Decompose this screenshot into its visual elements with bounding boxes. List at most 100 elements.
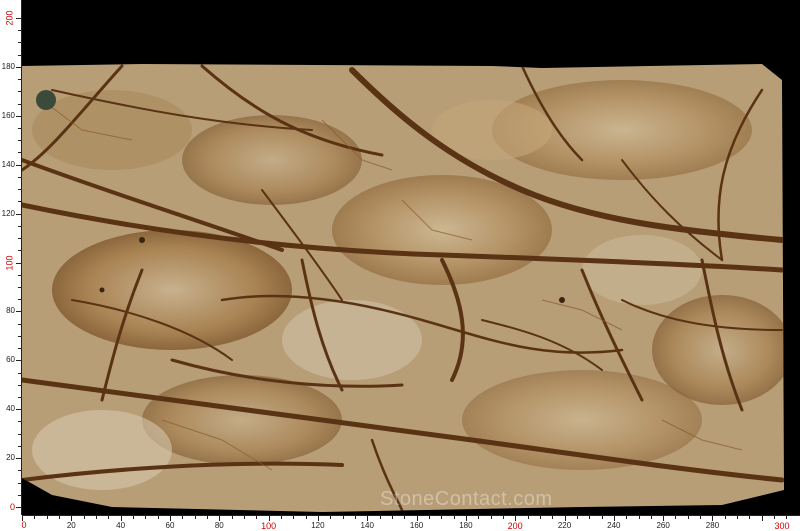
bottom-ruler-tick [687,516,689,519]
bottom-ruler-tick [305,516,307,519]
bottom-ruler-tick [724,516,726,519]
bottom-ruler-tick [206,516,208,519]
bottom-ruler-label: 240 [607,521,621,530]
left-ruler-tick [18,103,21,105]
left-ruler-label: 100 [4,254,15,271]
bottom-ruler-label: 140 [360,521,374,530]
slab-photo: StoneContact.com [22,0,800,515]
left-ruler-label: 60 [6,355,15,365]
left-ruler-label: 40 [6,404,15,414]
bottom-ruler-tick [391,516,393,519]
bottom-ruler-tick [182,516,184,519]
left-ruler-tick [18,396,21,398]
bottom-ruler-tick [761,516,763,521]
left-ruler-label: 0 [9,502,15,512]
bottom-ruler-label: 180 [459,521,473,530]
left-ruler-tick [16,164,21,166]
bottom-ruler-tick [552,516,554,519]
left-ruler-tick [18,348,21,350]
bottom-ruler-tick [34,516,36,519]
bottom-ruler-tick [749,516,751,519]
bottom-ruler-tick [638,516,640,519]
bottom-ruler-label: 160 [409,521,424,530]
bottom-ruler-tick [601,516,603,519]
bottom-ruler-tick [95,516,97,519]
bottom-ruler-label-zero: 0 [21,520,27,530]
left-ruler-tick [18,494,21,496]
bottom-ruler-tick [379,516,381,519]
left-ruler-tick [18,482,21,484]
left-ruler-label: 120 [1,208,15,218]
bottom-ruler-tick [700,516,702,519]
bottom-ruler-tick [539,516,541,519]
bottom-ruler-tick [576,516,578,519]
bottom-ruler-label: 200 [507,521,523,531]
left-ruler-label: 20 [6,453,15,463]
bottom-ruler-tick [441,516,443,519]
bottom-ruler-tick [157,516,159,519]
left-ruler-tick [18,79,21,81]
bottom-ruler-tick [293,516,295,519]
watermark-text: StoneContact.com [380,488,553,510]
bottom-ruler-label: 120 [311,521,325,530]
bottom-ruler-tick [58,516,60,519]
left-ruler-tick [18,433,21,435]
bottom-ruler-tick [650,516,652,519]
bottom-ruler-tick [774,516,776,519]
left-ruler-label: 200 [4,10,15,26]
left-ruler-tick [18,323,21,325]
left-ruler-tick [18,176,21,178]
bottom-ruler-label: 20 [66,521,76,530]
left-ruler-tick [16,18,21,19]
bottom-ruler-label: 260 [656,521,670,530]
bottom-ruler-tick [132,516,134,519]
bottom-ruler-tick [404,516,406,519]
left-ruler-tick [16,115,21,117]
slab-label-sticker [36,90,56,110]
bottom-ruler-tick [342,516,344,519]
bottom-ruler-label: 300 [774,521,790,531]
bottom-ruler-tick [330,516,332,519]
left-ruler-tick [16,458,21,460]
bottom-ruler-tick [256,516,258,519]
marble-slab-image [22,64,784,512]
bottom-ruler-label: 280 [705,521,720,530]
left-ruler-tick [16,66,21,68]
left-ruler-tick [18,286,21,288]
left-ruler-tick [16,409,21,411]
bottom-ruler-tick [243,516,245,519]
bottom-ruler-tick [490,516,492,519]
left-ruler-tick [18,274,21,276]
bottom-ruler-tick [194,516,196,519]
bottom-ruler-label: 80 [214,521,224,530]
left-ruler-tick [18,91,21,93]
bottom-ruler-tick [502,516,504,519]
left-ruler-tick [16,262,21,264]
left-ruler-tick [16,311,21,313]
bottom-ruler-tick [737,516,739,519]
left-ruler-tick [18,384,21,386]
left-ruler-tick [18,189,21,191]
bottom-ruler-tick [428,516,430,519]
bottom-ruler-label: 40 [116,521,126,530]
left-ruler-tick [18,225,21,227]
left-ruler-tick [18,30,21,32]
left-ruler-tick [16,507,21,508]
left-ruler-tick [18,152,21,154]
bottom-ruler-tick [354,516,356,519]
bottom-ruler-label: 220 [557,521,572,530]
left-ruler-tick [18,335,21,337]
left-ruler-label: 180 [1,61,15,71]
bottom-ruler-tick [145,516,147,519]
left-ruler-tick [18,470,21,472]
bottom-ruler-tick [675,516,677,519]
left-ruler-tick [18,299,21,301]
left-ruler-tick [18,140,21,142]
left-ruler: 200 180 160 140 120 100 80 60 40 20 0 [0,0,22,515]
left-ruler-tick [16,213,21,215]
left-ruler-tick [18,421,21,423]
bottom-ruler-tick [108,516,110,519]
bottom-ruler-tick [589,516,591,519]
left-ruler-tick [18,42,21,44]
left-ruler-label: 80 [6,306,15,316]
